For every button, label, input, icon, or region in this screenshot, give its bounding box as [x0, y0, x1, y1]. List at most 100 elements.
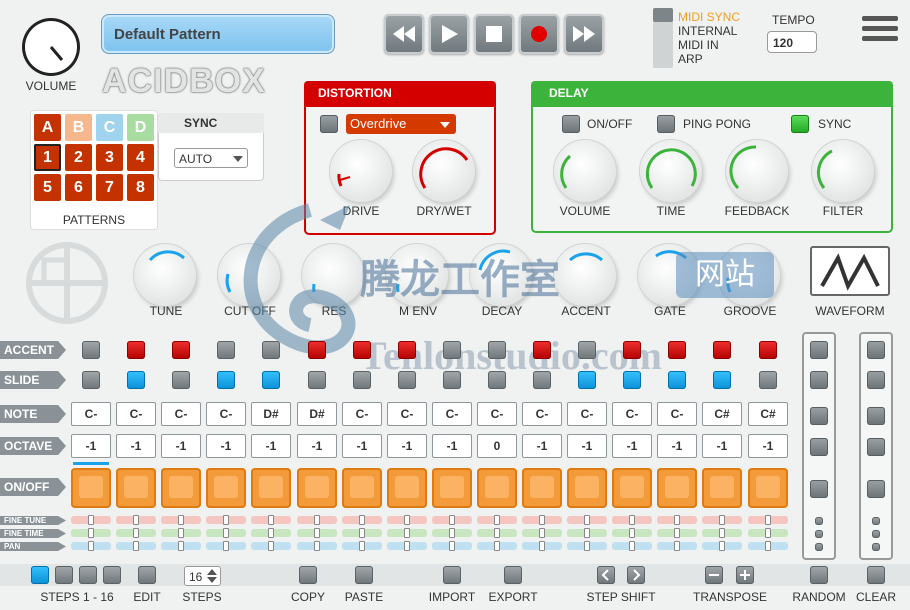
pan-slider[interactable] [342, 541, 382, 551]
step-onoff-button[interactable] [612, 468, 652, 508]
note-step-field[interactable]: C# [702, 402, 742, 426]
record-button[interactable] [519, 14, 559, 54]
fine-tune-slider[interactable] [71, 515, 111, 525]
fine-time-slider[interactable] [702, 528, 742, 538]
fine-tune-slider[interactable] [387, 515, 427, 525]
slider-thumb[interactable] [449, 541, 455, 551]
accent-step-toggle[interactable] [623, 341, 641, 359]
pattern-2-button[interactable]: 2 [65, 144, 92, 171]
transpose-down-button[interactable] [705, 566, 723, 584]
slide-step-toggle[interactable] [623, 371, 641, 389]
slider-thumb[interactable] [449, 528, 455, 538]
transpose-up-button[interactable] [736, 566, 754, 584]
slider-thumb[interactable] [765, 541, 771, 551]
dry-wet-knob[interactable] [413, 140, 475, 202]
octave-step-field[interactable]: -1 [657, 434, 697, 458]
slider-thumb[interactable] [404, 528, 410, 538]
bank-d-button[interactable]: D [127, 114, 154, 141]
slider-thumb[interactable] [494, 541, 500, 551]
accent-step-toggle[interactable] [713, 341, 731, 359]
random-octave-button[interactable] [810, 438, 828, 456]
clear-accent-button[interactable] [867, 341, 885, 359]
slider-thumb[interactable] [765, 515, 771, 525]
fine-tune-slider[interactable] [702, 515, 742, 525]
fine-time-slider[interactable] [657, 528, 697, 538]
pan-slider[interactable] [297, 541, 337, 551]
random-fine-tune-button[interactable] [815, 517, 823, 525]
fine-time-slider[interactable] [251, 528, 291, 538]
octave-step-field[interactable]: -1 [612, 434, 652, 458]
step-onoff-button[interactable] [657, 468, 697, 508]
fine-tune-slider[interactable] [206, 515, 246, 525]
slider-thumb[interactable] [584, 541, 590, 551]
step-onoff-button[interactable] [297, 468, 337, 508]
copy-button[interactable] [299, 566, 317, 584]
pan-slider[interactable] [612, 541, 652, 551]
sync-select[interactable]: AUTO [174, 148, 248, 168]
step-onoff-button[interactable] [387, 468, 427, 508]
octave-step-field[interactable]: -1 [522, 434, 562, 458]
accent-step-toggle[interactable] [172, 341, 190, 359]
fine-tune-slider[interactable] [567, 515, 607, 525]
slide-step-toggle[interactable] [443, 371, 461, 389]
slider-thumb[interactable] [268, 541, 274, 551]
clear-pan-button[interactable] [872, 543, 880, 551]
fine-tune-slider[interactable] [432, 515, 472, 525]
pan-slider[interactable] [161, 541, 201, 551]
random-pan-button[interactable] [815, 543, 823, 551]
slider-thumb[interactable] [178, 541, 184, 551]
fine-time-slider[interactable] [161, 528, 201, 538]
step-onoff-button[interactable] [206, 468, 246, 508]
steps-page-4-button[interactable] [103, 566, 121, 584]
note-step-field[interactable]: C- [522, 402, 562, 426]
pan-slider[interactable] [206, 541, 246, 551]
step-onoff-button[interactable] [342, 468, 382, 508]
slider-thumb[interactable] [88, 528, 94, 538]
slider-thumb[interactable] [314, 515, 320, 525]
pan-slider[interactable] [702, 541, 742, 551]
slider-thumb[interactable] [359, 515, 365, 525]
step-onoff-button[interactable] [71, 468, 111, 508]
slider-thumb[interactable] [539, 515, 545, 525]
pan-slider[interactable] [116, 541, 156, 551]
note-step-field[interactable]: C- [342, 402, 382, 426]
bank-c-button[interactable]: C [96, 114, 123, 141]
fine-time-slider[interactable] [567, 528, 607, 538]
octave-step-field[interactable]: -1 [702, 434, 742, 458]
note-step-field[interactable]: C- [161, 402, 201, 426]
waveform-button[interactable] [810, 246, 890, 296]
pattern-6-button[interactable]: 6 [65, 174, 92, 201]
step-shift-right-button[interactable] [627, 566, 645, 584]
step-onoff-button[interactable] [748, 468, 788, 508]
slider-thumb[interactable] [539, 528, 545, 538]
distortion-type-select[interactable]: Overdrive [346, 114, 456, 134]
note-step-field[interactable]: C- [477, 402, 517, 426]
fine-time-slider[interactable] [342, 528, 382, 538]
note-step-field[interactable]: C- [657, 402, 697, 426]
steps-page-2-button[interactable] [55, 566, 73, 584]
accent-step-toggle[interactable] [262, 341, 280, 359]
volume-knob[interactable] [22, 18, 80, 76]
drive-knob[interactable] [330, 140, 392, 202]
slider-thumb[interactable] [314, 528, 320, 538]
random-slide-button[interactable] [810, 371, 828, 389]
slider-thumb[interactable] [674, 541, 680, 551]
accent-step-toggle[interactable] [217, 341, 235, 359]
pan-slider[interactable] [522, 541, 562, 551]
delay-time-knob[interactable] [640, 140, 702, 202]
slider-thumb[interactable] [359, 541, 365, 551]
slide-step-toggle[interactable] [488, 371, 506, 389]
tempo-field[interactable]: 120 [767, 31, 817, 53]
fine-time-slider[interactable] [432, 528, 472, 538]
delay-filter-knob[interactable] [812, 140, 874, 202]
note-step-field[interactable]: C# [748, 402, 788, 426]
accent-step-toggle[interactable] [308, 341, 326, 359]
pan-slider[interactable] [71, 541, 111, 551]
pattern-4-button[interactable]: 4 [127, 144, 154, 171]
pan-slider[interactable] [567, 541, 607, 551]
export-button[interactable] [504, 566, 522, 584]
fine-time-slider[interactable] [297, 528, 337, 538]
slide-step-toggle[interactable] [172, 371, 190, 389]
play-button[interactable] [429, 14, 469, 54]
slide-step-toggle[interactable] [668, 371, 686, 389]
